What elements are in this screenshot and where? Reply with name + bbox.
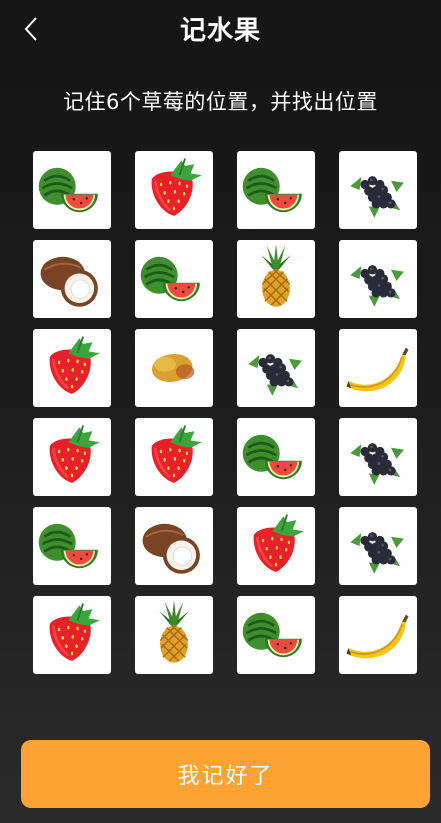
fruit-card[interactable] [135,151,213,229]
header: 记水果 [0,0,441,58]
page-title: 记水果 [179,16,261,46]
blackberry-icon [350,265,404,307]
watermelon-icon [242,434,302,480]
fruit-card[interactable] [135,329,213,407]
fruit-card[interactable] [33,240,111,318]
fruit-card[interactable] [33,151,111,229]
watermelon-icon [242,612,302,658]
fruit-card[interactable] [135,418,213,496]
strawberry-icon [49,425,100,483]
strawberry-icon [151,425,202,483]
blackberry-icon [350,176,404,218]
fruit-card[interactable] [339,596,417,674]
watermelon-icon [242,167,302,213]
fruit-card[interactable] [33,329,111,407]
blackberry-icon [350,443,404,485]
fruit-card[interactable] [237,151,315,229]
fruit-card[interactable] [339,151,417,229]
fruit-card[interactable] [135,596,213,674]
fruit-card[interactable] [237,329,315,407]
banana-icon [346,614,409,659]
fruit-card[interactable] [339,418,417,496]
pineapple-icon [261,243,291,307]
watermelon-icon [140,256,200,302]
fruit-card[interactable] [339,507,417,585]
fruit-card[interactable] [339,240,417,318]
fruit-card[interactable] [237,240,315,318]
fruit-card[interactable] [33,418,111,496]
blackberry-icon [248,354,302,396]
coconut-icon [40,256,98,307]
watermelon-icon [38,523,98,569]
coconut-icon [142,523,200,574]
confirm-button[interactable]: 我记好了 [21,740,430,808]
fruit-card[interactable] [237,418,315,496]
fruit-card[interactable] [33,507,111,585]
mango-icon [151,353,195,383]
fruit-grid [33,151,418,674]
fruit-card[interactable] [135,240,213,318]
strawberry-icon [49,603,100,661]
fruit-card[interactable] [237,596,315,674]
fruit-card[interactable] [33,596,111,674]
strawberry-icon [49,336,100,394]
instruction-text: 记住6个草莓的位置，并找出位置 [63,90,378,114]
strawberry-icon [151,158,202,216]
banana-icon [346,347,409,392]
strawberry-icon [253,514,304,572]
pineapple-icon [159,599,189,663]
fruit-card[interactable] [135,507,213,585]
fruit-card[interactable] [339,329,417,407]
blackberry-icon [350,532,404,574]
watermelon-icon [38,167,98,213]
fruit-card[interactable] [237,507,315,585]
